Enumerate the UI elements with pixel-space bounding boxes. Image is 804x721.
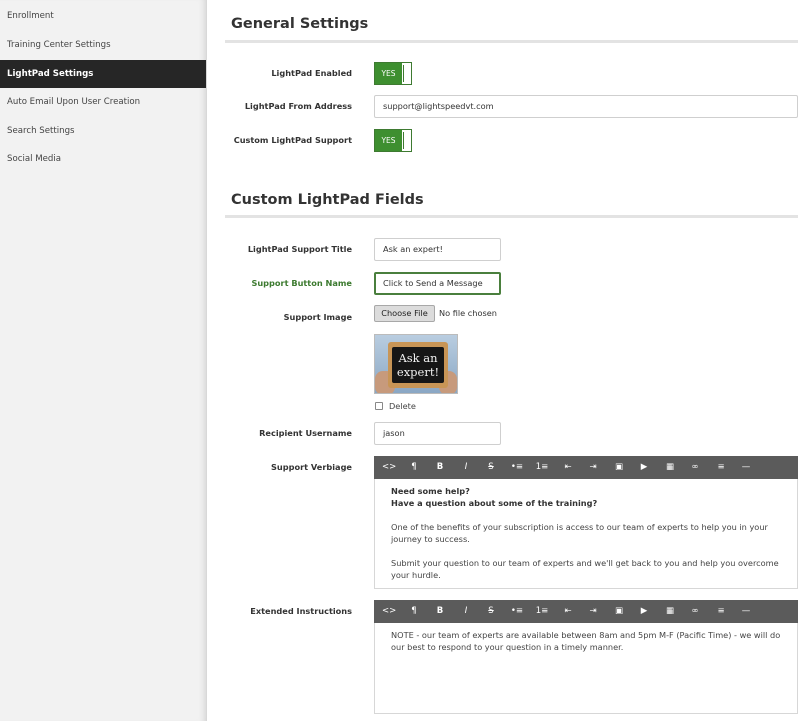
sidebar-item-lightpad-settings[interactable]: LightPad Settings [0, 59, 206, 88]
horizontal-rule-icon[interactable]: — [739, 456, 753, 479]
verbiage-bold-line2: Have a question about some of the traini… [391, 498, 598, 508]
outdent-icon[interactable]: ⇤ [561, 456, 575, 479]
section-divider [225, 215, 798, 218]
lightpad-enabled-label: LightPad Enabled [271, 68, 352, 78]
sidebar-item-enrollment[interactable]: Enrollment [0, 0, 206, 31]
bold-icon[interactable]: B [433, 600, 447, 623]
video-icon[interactable]: ▶ [637, 600, 651, 623]
section-divider [225, 40, 798, 43]
horizontal-rule-icon[interactable]: — [739, 600, 753, 623]
align-icon[interactable]: ≡ [714, 600, 728, 623]
link-icon[interactable]: ∞ [688, 456, 702, 479]
custom-support-toggle[interactable]: YES [374, 129, 412, 152]
italic-icon[interactable]: I [459, 600, 473, 623]
support-image-preview: Ask an expert! [374, 334, 458, 394]
support-title-input[interactable]: Ask an expert! [374, 238, 501, 261]
extended-editor-toolbar: <> ¶ B I S •≡ 1≡ ⇤ ⇥ ▣ ▶ ▦ ∞ ≡ — [374, 600, 798, 623]
recipient-input[interactable]: jason [374, 422, 501, 445]
strikethrough-icon[interactable]: S [484, 456, 498, 479]
paragraph-icon[interactable]: ¶ [407, 456, 421, 479]
image-chalkboard: Ask an expert! [392, 347, 444, 383]
italic-icon[interactable]: I [459, 456, 473, 479]
support-title-label: LightPad Support Title [247, 244, 352, 254]
paragraph-icon[interactable]: ¶ [407, 600, 421, 623]
extended-editor[interactable]: NOTE - our team of experts are available… [374, 623, 798, 714]
button-name-input[interactable]: Click to Send a Message [374, 272, 501, 295]
video-icon[interactable]: ▶ [637, 456, 651, 479]
outdent-icon[interactable]: ⇤ [561, 600, 575, 623]
bullet-list-icon[interactable]: •≡ [510, 600, 524, 623]
button-name-label: Support Button Name [251, 278, 352, 288]
toggle-yes-text: YES [375, 63, 402, 84]
support-image-label: Support Image [283, 312, 352, 322]
sidebar-item-search-settings[interactable]: Search Settings [0, 117, 206, 146]
lightpad-enabled-toggle[interactable]: YES [374, 62, 412, 85]
main-content: General Settings LightPad Enabled YES Li… [207, 0, 804, 721]
verbiage-editor-toolbar: <> ¶ B I S •≡ 1≡ ⇤ ⇥ ▣ ▶ ▦ ∞ ≡ — [374, 456, 798, 479]
bullet-list-icon[interactable]: •≡ [510, 456, 524, 479]
sidebar: Enrollment Training Center Settings Ligh… [0, 0, 207, 721]
code-view-icon[interactable]: <> [382, 456, 396, 479]
general-settings-title: General Settings [231, 16, 369, 32]
support-verbiage-label: Support Verbiage [271, 462, 352, 472]
bold-icon[interactable]: B [433, 456, 447, 479]
numbered-list-icon[interactable]: 1≡ [535, 456, 549, 479]
toggle-knob [403, 132, 409, 149]
from-address-input[interactable]: support@lightspeedvt.com [374, 95, 798, 118]
toggle-yes-text: YES [375, 130, 402, 151]
extended-text: NOTE - our team of experts are available… [391, 630, 781, 652]
recipient-label: Recipient Username [259, 428, 352, 438]
sidebar-item-auto-email[interactable]: Auto Email Upon User Creation [0, 88, 206, 117]
table-icon[interactable]: ▦ [663, 600, 677, 623]
table-icon[interactable]: ▦ [663, 456, 677, 479]
delete-image-label[interactable]: Delete [389, 401, 416, 411]
sidebar-item-training-center-settings[interactable]: Training Center Settings [0, 31, 206, 60]
custom-support-label: Custom LightPad Support [233, 135, 352, 145]
strikethrough-icon[interactable]: S [484, 600, 498, 623]
code-view-icon[interactable]: <> [382, 600, 396, 623]
align-icon[interactable]: ≡ [714, 456, 728, 479]
delete-image-checkbox[interactable] [375, 402, 383, 410]
from-address-label: LightPad From Address [244, 101, 352, 111]
verbiage-bold-line1: Need some help? [391, 486, 470, 496]
image-chalkboard-frame: Ask an expert! [388, 342, 448, 388]
image-text-line2: expert! [396, 365, 440, 379]
choose-file-button[interactable]: Choose File [374, 305, 435, 322]
no-file-text: No file chosen [439, 308, 498, 318]
image-icon[interactable]: ▣ [612, 456, 626, 479]
sidebar-item-social-media[interactable]: Social Media [0, 145, 206, 174]
extended-instructions-label: Extended Instructions [250, 606, 352, 616]
indent-icon[interactable]: ⇥ [586, 456, 600, 479]
toggle-knob [403, 65, 409, 82]
verbiage-paragraph1: One of the benefits of your subscription… [391, 522, 768, 544]
verbiage-editor[interactable]: Need some help? Have a question about som… [374, 479, 798, 589]
numbered-list-icon[interactable]: 1≡ [535, 600, 549, 623]
verbiage-paragraph2: Submit your question to our team of expe… [391, 558, 779, 580]
image-text-line1: Ask an [398, 351, 438, 365]
custom-fields-title: Custom LightPad Fields [231, 192, 424, 208]
link-icon[interactable]: ∞ [688, 600, 702, 623]
indent-icon[interactable]: ⇥ [586, 600, 600, 623]
image-icon[interactable]: ▣ [612, 600, 626, 623]
